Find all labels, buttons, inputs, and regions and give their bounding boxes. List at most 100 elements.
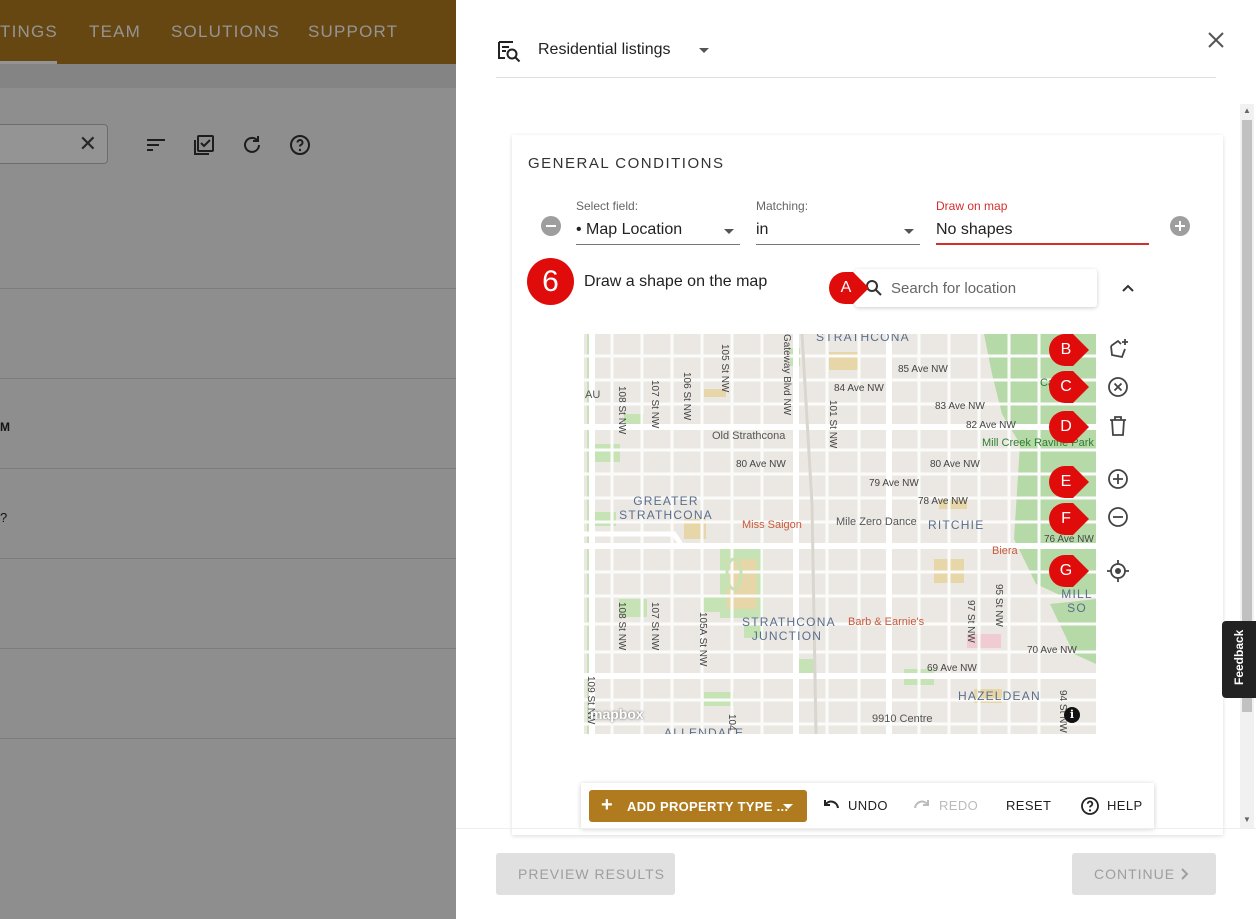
matching-value: in [756, 221, 769, 238]
scroll-down-icon[interactable]: ▼ [1242, 815, 1252, 825]
map-label-place: Old Strathcona [712, 430, 786, 442]
add-property-type-button[interactable]: + ADD PROPERTY TYPE ... [589, 790, 807, 822]
chevron-right-icon [1181, 868, 1189, 880]
help-button[interactable]: HELP [1080, 783, 1144, 828]
plus-icon: + [601, 794, 613, 816]
undo-button[interactable]: UNDO [821, 783, 891, 828]
callout-a: A [829, 272, 869, 304]
action-bar: + ADD PROPERTY TYPE ... UNDO REDO RESET … [581, 783, 1154, 828]
map-label-district: HAZELDEAN [958, 689, 1041, 703]
continue-label: CONTINUE [1094, 866, 1176, 882]
modal-overlay[interactable] [0, 0, 456, 919]
cancel-circle-icon[interactable] [1106, 375, 1130, 399]
map-label-street: Gateway Blvd NW [781, 334, 792, 416]
help-icon [1081, 797, 1099, 815]
map-label-street: 80 Ave NW [736, 459, 786, 470]
draw-shape-title: Draw a shape on the map [584, 273, 768, 290]
map-label-street: 105 St NW [719, 344, 730, 393]
remove-condition-icon[interactable] [541, 216, 561, 236]
continue-button[interactable]: CONTINUE [1072, 853, 1216, 895]
callout-label: B [1060, 341, 1072, 358]
help-label: HELP [1107, 798, 1143, 813]
callout-label: A [840, 279, 852, 296]
map-label-poi: Miss Saigon [742, 519, 802, 531]
undo-icon [824, 800, 839, 809]
draw-on-map-value: No shapes [936, 221, 1013, 238]
select-field-value: • Map Location [576, 221, 683, 238]
map-label-street: 70 Ave NW [1027, 645, 1077, 656]
map-label-district: STRATHCONA JUNCTION [742, 615, 836, 643]
map-canvas[interactable]: STRATHCONA GREATER STRATHCONA RITCHIE ST… [584, 334, 1096, 734]
map-label-street: 84 Ave NW [834, 383, 884, 394]
map-label-place: 9910 Centre [872, 713, 933, 725]
matching-label: Matching: [756, 199, 809, 213]
map-label-street: 108 St NW [616, 386, 627, 435]
map-label-place: Mile Zero Dance [836, 516, 917, 528]
mapbox-logo[interactable]: mapbox [590, 706, 644, 722]
close-icon[interactable] [1204, 28, 1228, 52]
map-label-street: 85 Ave NW [898, 364, 948, 375]
draw-on-map-label: Draw on map [936, 199, 1008, 213]
filter-drawer: Residential listings ▲ ▼ GENERAL CONDITI… [456, 0, 1256, 919]
reset-label: RESET [1006, 798, 1052, 813]
search-list-icon [498, 41, 521, 63]
listing-type-select[interactable]: Residential listings [538, 41, 671, 59]
map-label-street: 104 St NW [726, 714, 737, 734]
callout-label: E [1060, 473, 1072, 490]
callout-f: F [1049, 503, 1089, 535]
undo-label: UNDO [848, 798, 888, 813]
map-label-street: 106 St NW [681, 372, 692, 421]
map-label-place: AU [585, 389, 601, 401]
footer-divider [456, 828, 1256, 829]
chevron-up-icon[interactable] [1118, 278, 1138, 298]
location-search[interactable] [855, 269, 1097, 307]
chevron-down-icon[interactable] [699, 48, 709, 53]
feedback-tab[interactable]: Feedback [1222, 621, 1256, 698]
draw-on-map-field[interactable]: Draw on map No shapes [936, 199, 1149, 245]
step-badge: 6 [527, 258, 574, 305]
chevron-down-icon [724, 229, 734, 234]
map-base [584, 334, 1096, 734]
delete-icon[interactable] [1106, 414, 1130, 438]
map-label-district: MILL SO [1061, 587, 1093, 615]
chevron-down-icon [783, 804, 793, 809]
map-label-street: 80 Ave NW [930, 459, 980, 470]
chevron-down-icon [904, 229, 914, 234]
map-label-street: 78 Ave NW [918, 496, 968, 507]
preview-results-button[interactable]: PREVIEW RESULTS [496, 853, 675, 895]
callout-label: F [1061, 510, 1071, 527]
info-icon[interactable]: i [1064, 707, 1080, 723]
add-property-type-label: ADD PROPERTY TYPE ... [627, 799, 789, 814]
callout-label: G [1059, 562, 1073, 579]
locate-icon[interactable] [1106, 559, 1130, 583]
callout-b: B [1049, 334, 1089, 366]
feedback-label: Feedback [1232, 629, 1246, 685]
location-search-input[interactable] [891, 269, 1091, 307]
background-app: TINGS TEAM SOLUTIONS SUPPORT ✕ M ? [0, 0, 456, 919]
scroll-up-icon[interactable]: ▲ [1242, 106, 1252, 116]
map-label-street: 105A St NW [697, 612, 708, 667]
map-label-street: 82 Ave NW [966, 420, 1016, 431]
map-label-street: 108 St NW [616, 602, 627, 651]
map-label-poi: Biera [992, 545, 1018, 557]
select-field-dropdown[interactable]: Select field: • Map Location [576, 199, 740, 245]
reset-button[interactable]: RESET [1006, 783, 1052, 828]
map-label-street: 107 St NW [649, 380, 660, 429]
map-label-street: 83 Ave NW [935, 401, 985, 412]
map-label-street: 101 St NW [827, 400, 838, 449]
map-label-poi: Barb & Earnie's [848, 616, 925, 628]
map-label-district: RITCHIE [928, 518, 985, 532]
map-label-district: STRATHCONA [816, 334, 910, 344]
callout-c: C [1049, 371, 1089, 403]
add-condition-icon[interactable] [1170, 216, 1190, 236]
zoom-out-icon[interactable] [1106, 505, 1130, 529]
map-label-street: 76 Ave NW [1044, 534, 1094, 545]
add-shape-icon[interactable] [1106, 337, 1130, 361]
redo-icon [914, 800, 929, 809]
matching-dropdown[interactable]: Matching: in [756, 199, 920, 245]
callout-e: E [1049, 466, 1089, 498]
zoom-in-icon[interactable] [1106, 467, 1130, 491]
map-label-street: 69 Ave NW [927, 663, 977, 674]
redo-button[interactable]: REDO [912, 783, 978, 828]
section-title: GENERAL CONDITIONS [528, 155, 725, 172]
